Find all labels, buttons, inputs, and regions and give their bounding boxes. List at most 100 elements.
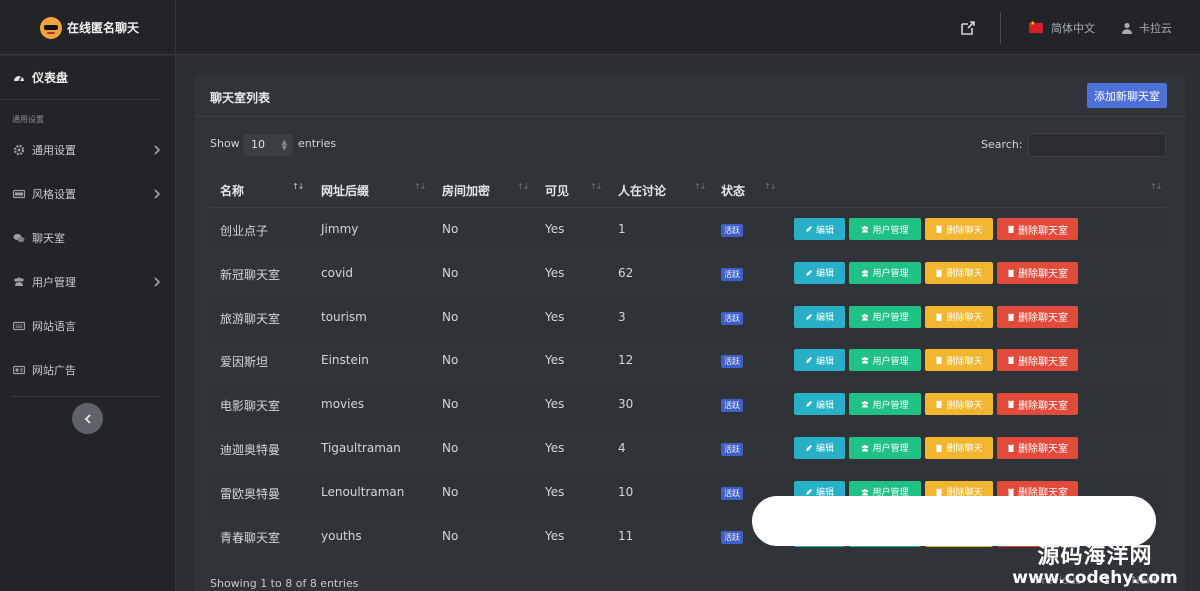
cell-encrypted: No [442, 265, 459, 280]
trash-icon [936, 444, 943, 452]
cell-visible: Yes [545, 528, 565, 543]
sidebar-item-label: 网站广告 [32, 364, 76, 377]
sort-icon[interactable]: ↑↓ [517, 182, 529, 191]
edit-button[interactable]: 编辑 [794, 349, 845, 372]
column-header-status[interactable]: 状态 [721, 182, 745, 199]
column-header-name[interactable]: 名称 [220, 182, 244, 199]
sidebar-item-site-ads[interactable]: 网站广告 [0, 348, 175, 392]
trash-icon [1008, 488, 1014, 496]
watermark-title: 源码海洋网 [1037, 544, 1153, 569]
clear-chat-button[interactable]: 删除聊天 [925, 305, 993, 328]
users-icon [862, 401, 869, 408]
table-info: Showing 1 to 8 of 8 entries [210, 577, 359, 590]
chevron-right-icon [154, 145, 161, 155]
user-management-button[interactable]: 用户管理 [849, 349, 921, 372]
cell-name: 雷欧奥特曼 [220, 486, 281, 501]
cell-people: 12 [618, 353, 634, 368]
sidebar-item-style-settings[interactable]: 风格设置 [0, 172, 175, 216]
sidebar-item-label: 聊天室 [32, 232, 65, 245]
cell-visible: Yes [545, 222, 565, 236]
user-icon[interactable] [1121, 22, 1133, 34]
sort-icon[interactable]: ↑↓ [414, 182, 426, 191]
cell-name: 旅游聊天室 [220, 311, 281, 326]
trash-icon [1008, 400, 1014, 409]
trash-icon [1008, 269, 1014, 277]
sidebar-item-chatroom[interactable]: 聊天室 [0, 216, 175, 260]
sidebar-item-user-management[interactable]: 用户管理 [0, 260, 175, 304]
cell-visible: Yes [545, 440, 565, 455]
sort-icon[interactable]: ↑↓ [1150, 182, 1162, 191]
button-label: 删除聊天室 [1018, 269, 1068, 281]
page-length-value: 10 [251, 138, 265, 151]
delete-chatroom-button[interactable]: 删除聊天室 [997, 393, 1078, 416]
sort-asc-icon[interactable]: ↑↓ [292, 182, 304, 191]
language-selector[interactable]: 简体中文 [1051, 20, 1095, 36]
clear-chat-button[interactable]: 删除聊天 [925, 218, 993, 240]
entries-label: entries [298, 137, 337, 150]
user-management-button[interactable]: 用户管理 [849, 218, 921, 240]
user-management-button[interactable]: 用户管理 [849, 305, 921, 328]
button-label: 用户管理 [872, 444, 909, 455]
sidebar-item-label: 风格设置 [32, 188, 76, 201]
cell-slug: movies [321, 397, 365, 412]
cell-encrypted: No [442, 440, 459, 455]
sort-icon[interactable]: ↑↓ [590, 182, 602, 191]
delete-chatroom-button[interactable]: 删除聊天室 [997, 436, 1078, 459]
user-management-button[interactable]: 用户管理 [849, 436, 921, 459]
sidebar-item-site-language[interactable]: 网站语言 [0, 304, 175, 348]
trash-icon [936, 400, 943, 409]
sidebar-item-dashboard[interactable]: 仪表盘 [0, 56, 160, 100]
column-header-encrypted[interactable]: 房间加密 [442, 182, 490, 199]
edit-button[interactable]: 编辑 [794, 305, 845, 328]
delete-chatroom-button[interactable]: 删除聊天室 [997, 218, 1078, 240]
top-bar: 在线匿名聊天 简体中文 卡拉云 [0, 0, 1200, 55]
column-header-slug[interactable]: 网址后缀 [321, 182, 369, 199]
edit-button[interactable]: 编辑 [794, 393, 845, 416]
edit-icon [805, 401, 812, 408]
clear-chat-button[interactable]: 删除聊天 [925, 436, 993, 459]
cell-people: 4 [618, 440, 626, 455]
edit-button[interactable]: 编辑 [794, 436, 845, 459]
button-label: 删除聊天 [946, 225, 983, 236]
sidebar-collapse-button[interactable] [72, 403, 103, 434]
sidebar-item-label: 仪表盘 [32, 71, 69, 85]
external-link-icon[interactable] [960, 20, 976, 36]
sort-icon[interactable]: ↑↓ [694, 182, 706, 191]
sidebar-item-general-settings[interactable]: 通用设置 [0, 128, 175, 172]
edit-icon [805, 444, 812, 451]
clear-chat-button[interactable]: 删除聊天 [925, 349, 993, 372]
status-badge: 活跃 [721, 355, 743, 369]
clear-chat-button[interactable]: 删除聊天 [925, 393, 993, 416]
edit-button[interactable]: 编辑 [794, 261, 845, 284]
status-badge: 活跃 [721, 311, 743, 325]
clear-chat-button[interactable]: 删除聊天 [925, 261, 993, 284]
china-flag-icon[interactable] [1029, 20, 1043, 33]
delete-chatroom-button[interactable]: 删除聊天室 [997, 261, 1078, 284]
edit-icon [805, 313, 812, 320]
button-label: 编辑 [815, 400, 834, 411]
user-management-button[interactable]: 用户管理 [849, 261, 921, 284]
add-chatroom-button[interactable]: 添加新聊天室 [1087, 83, 1167, 108]
edit-icon [805, 357, 812, 364]
top-right-controls: 简体中文 卡拉云 [960, 0, 1200, 55]
delete-chatroom-button[interactable]: 删除聊天室 [997, 305, 1078, 328]
status-badge: 活跃 [721, 442, 743, 456]
column-header-people[interactable]: 人在讨论 [618, 182, 666, 199]
user-management-button[interactable]: 用户管理 [849, 393, 921, 416]
delete-chatroom-button[interactable]: 删除聊天室 [997, 349, 1078, 372]
button-label: 删除聊天 [946, 444, 983, 455]
column-header-visible[interactable]: 可见 [545, 182, 569, 199]
search-input[interactable] [1028, 133, 1166, 157]
button-label: 删除聊天室 [1018, 313, 1068, 325]
ad-icon [13, 365, 25, 375]
button-label: 用户管理 [872, 269, 909, 280]
user-menu[interactable]: 卡拉云 [1139, 20, 1172, 36]
page-length-select[interactable]: 10 ▲ ▼ [243, 134, 293, 156]
table-row: 迪迦奥特曼 Tigaultraman No Yes 4 活跃 编辑 用户管理 删除聊天 删除聊天室 [210, 427, 1167, 471]
cell-slug: Jimmy [321, 222, 359, 236]
trash-icon [1008, 444, 1014, 452]
edit-button[interactable]: 编辑 [794, 218, 845, 240]
button-label: 删除聊天 [946, 269, 983, 280]
brand[interactable]: 在线匿名聊天 [0, 0, 176, 55]
sort-icon[interactable]: ↑↓ [764, 182, 776, 191]
